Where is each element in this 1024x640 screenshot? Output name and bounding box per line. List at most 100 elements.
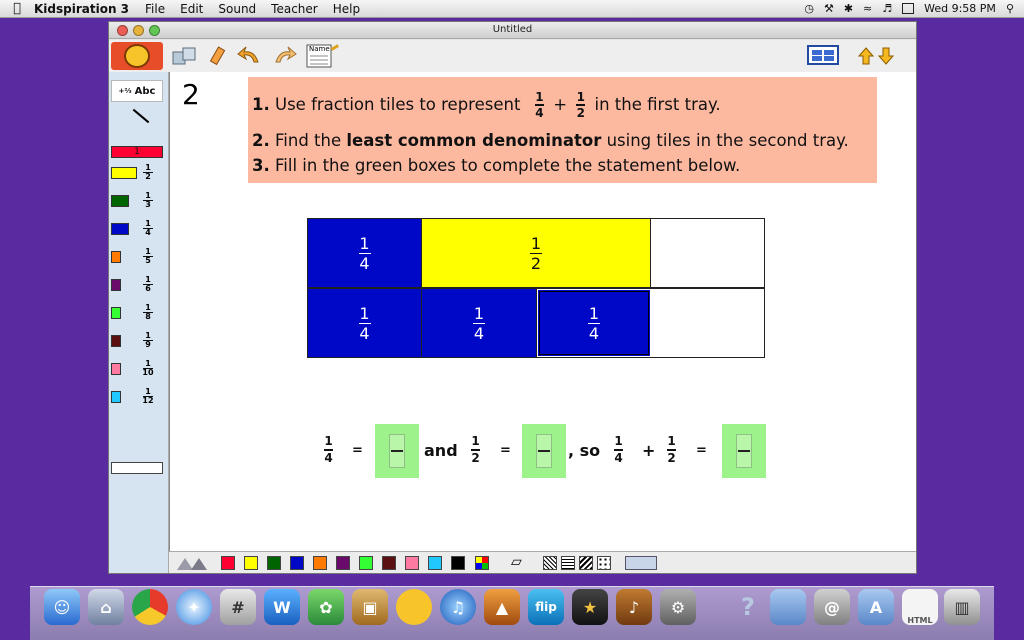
answer-box-2[interactable] — [522, 424, 566, 478]
calculator-icon[interactable]: # — [220, 589, 256, 625]
answer-box-1[interactable] — [375, 424, 419, 478]
eraser-button[interactable] — [207, 43, 229, 69]
garageband-icon[interactable]: ♪ — [616, 589, 652, 625]
itunes-icon[interactable]: ♫ — [440, 589, 476, 625]
fraction-tile-1-5[interactable]: 15 — [109, 248, 169, 268]
pattern-stripes-button[interactable] — [579, 556, 593, 570]
kidspiration-icon[interactable] — [396, 589, 432, 625]
first-tray[interactable]: 14 12 — [307, 218, 765, 288]
iphoto-icon[interactable]: ▲ — [484, 589, 520, 625]
menu-teacher[interactable]: Teacher — [271, 2, 318, 16]
wifi-icon[interactable]: ≈ — [863, 2, 872, 15]
color-swatch[interactable] — [244, 556, 258, 570]
answer-box-3[interactable] — [722, 424, 766, 478]
color-swatch[interactable] — [221, 556, 235, 570]
undo-button[interactable] — [235, 43, 265, 69]
tile-swatch[interactable] — [111, 363, 121, 375]
safari-icon[interactable]: ✦ — [176, 589, 212, 625]
name-tool-button[interactable]: Name — [305, 43, 343, 69]
fraction-tile-1-2[interactable]: 12 — [109, 164, 169, 184]
imovie-icon[interactable]: ★ — [572, 589, 608, 625]
fraction-tile-quarter[interactable]: 14 — [308, 289, 422, 357]
directory-utility-icon[interactable]: ⌂ — [88, 589, 124, 625]
tile-swatch[interactable] — [111, 307, 121, 319]
redo-button[interactable] — [269, 43, 299, 69]
tile-swatch[interactable] — [111, 251, 121, 263]
fraction-tile-1-8[interactable]: 18 — [109, 304, 169, 324]
pattern-dots-button[interactable] — [597, 556, 611, 570]
line-tool-icon[interactable] — [132, 108, 150, 124]
text-tool-button[interactable]: +⅔ Abc — [111, 80, 163, 102]
bucket-icon[interactable]: ▱ — [511, 554, 522, 570]
app-menu[interactable]: Kidspiration 3 — [34, 2, 129, 16]
color-swatch[interactable] — [267, 556, 281, 570]
spotlight-search-icon[interactable]: ⚲ — [1006, 2, 1014, 15]
pattern-diagonal-button[interactable] — [543, 556, 557, 570]
inspiration-icon[interactable]: ✿ — [308, 589, 344, 625]
color-swatch[interactable] — [382, 556, 396, 570]
trash-icon[interactable]: ▥ — [944, 589, 980, 625]
menu-edit[interactable]: Edit — [180, 2, 203, 16]
documents-folder-icon[interactable]: A — [858, 589, 894, 625]
abc-label: Abc — [134, 85, 156, 97]
tile-swatch[interactable] — [111, 279, 121, 291]
binoculars-icon[interactable]: ⚒ — [824, 2, 834, 15]
fraction-tile-quarter[interactable]: 14 — [308, 219, 422, 287]
html-file-icon[interactable]: HTML — [902, 589, 938, 625]
fraction-tile-quarter[interactable]: 14 — [422, 289, 537, 357]
menu-sound[interactable]: Sound — [218, 2, 256, 16]
color-swatch[interactable] — [359, 556, 373, 570]
time-machine-icon[interactable]: ◷ — [804, 2, 814, 15]
blank-tile[interactable] — [111, 462, 163, 474]
volume-icon[interactable]: ♬ — [882, 2, 892, 15]
more-colors-button[interactable] — [475, 556, 489, 570]
word-icon[interactable]: W — [264, 589, 300, 625]
menu-file[interactable]: File — [145, 2, 165, 16]
whole-tile[interactable]: 1 — [111, 146, 163, 158]
next-page-button[interactable] — [877, 43, 895, 69]
system-preferences-icon[interactable]: ⚙ — [660, 589, 696, 625]
tile-swatch[interactable] — [111, 223, 129, 235]
clock[interactable]: Wed 9:58 PM — [924, 2, 996, 15]
keynote-icon[interactable]: ▣ — [352, 589, 388, 625]
downloads-icon[interactable]: @ — [814, 589, 850, 625]
flip-video-icon[interactable]: flip — [528, 589, 564, 625]
fraction-tile-1-3[interactable]: 13 — [109, 192, 169, 212]
tile-swatch[interactable] — [111, 335, 121, 347]
tile-swatch[interactable] — [111, 195, 129, 207]
layout-icon — [807, 45, 839, 65]
previous-page-button[interactable] — [857, 43, 875, 69]
tile-swatch[interactable] — [111, 391, 121, 403]
fraction-tile-1-4[interactable]: 14 — [109, 220, 169, 240]
bluetooth-icon[interactable]: ✱ — [844, 2, 853, 15]
battery-icon[interactable] — [902, 3, 915, 14]
fraction-tile-1-9[interactable]: 19 — [109, 332, 169, 352]
applications-folder-icon[interactable] — [770, 589, 806, 625]
fraction-tile-quarter-selected[interactable]: 14 — [537, 289, 651, 357]
background-icon[interactable] — [191, 558, 207, 570]
fraction-tile-half[interactable]: 12 — [422, 219, 651, 287]
second-tray[interactable]: 14 14 14 — [307, 288, 765, 358]
color-swatch[interactable] — [313, 556, 327, 570]
chrome-icon[interactable] — [132, 589, 168, 625]
pattern-lines-button[interactable] — [561, 556, 575, 570]
layout-view-button[interactable] — [806, 43, 846, 69]
fraction-tile-1-6[interactable]: 16 — [109, 276, 169, 296]
fraction-tile-1-12[interactable]: 1 12 — [109, 388, 169, 408]
menu-help[interactable]: Help — [333, 2, 360, 16]
blocks-tool-button[interactable] — [169, 43, 203, 69]
color-swatch[interactable] — [290, 556, 304, 570]
tile-swatch[interactable] — [111, 167, 137, 179]
finder-icon[interactable]: ☺ — [44, 589, 80, 625]
color-swatch[interactable] — [336, 556, 350, 570]
color-swatch[interactable] — [405, 556, 419, 570]
instructions-box[interactable]: 1. Use fraction tiles to represent 14 + … — [248, 77, 877, 183]
tile-style-button[interactable] — [625, 556, 657, 570]
color-swatch[interactable] — [428, 556, 442, 570]
help-icon[interactable]: ? — [730, 589, 766, 625]
fraction-tile-1-10[interactable]: 1 10 — [109, 360, 169, 380]
apple-menu-icon[interactable]:  — [0, 1, 34, 16]
color-swatch[interactable] — [451, 556, 465, 570]
workspace-canvas[interactable]: 2 1. Use fraction tiles to represent 14 … — [169, 72, 916, 551]
picture-view-button[interactable] — [111, 42, 163, 70]
